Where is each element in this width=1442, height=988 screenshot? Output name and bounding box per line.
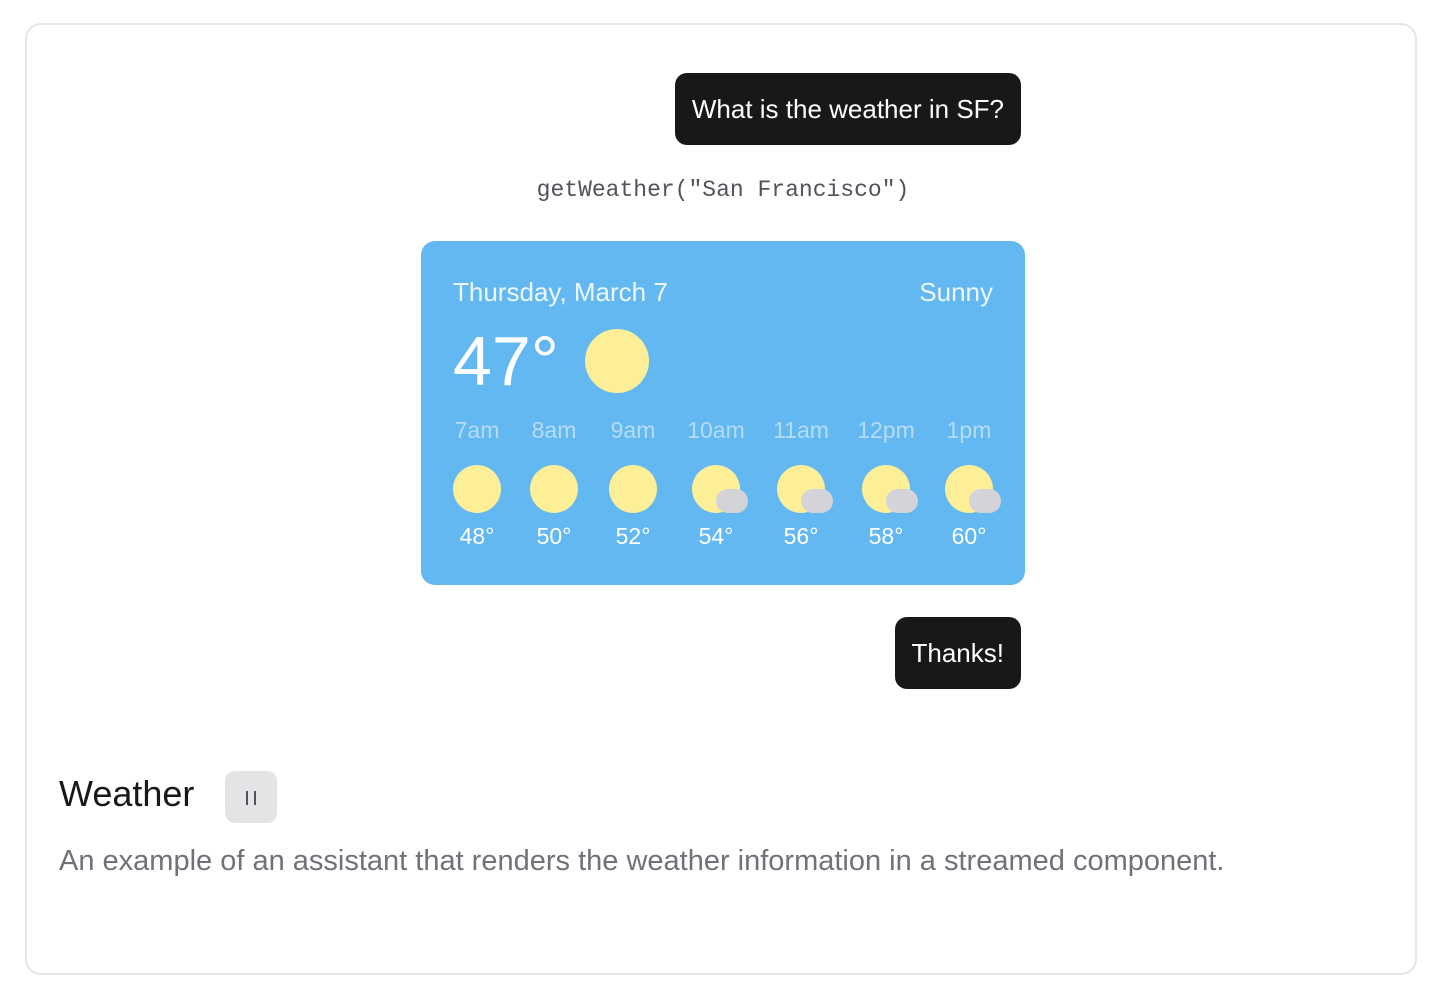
hour-label: 1pm bbox=[946, 417, 992, 443]
weather-date: Thursday, March 7 bbox=[453, 277, 668, 307]
hour-temperature: 58° bbox=[868, 523, 904, 549]
hour-label: 9am bbox=[610, 417, 656, 443]
sun-icon bbox=[609, 465, 657, 513]
pause-button[interactable] bbox=[225, 771, 277, 823]
hour-label: 7am bbox=[454, 417, 500, 443]
partly-cloudy-icon bbox=[945, 465, 1001, 513]
hourly-item: 1pm 60° bbox=[934, 417, 1004, 557]
hour-label: 11am bbox=[773, 417, 829, 443]
sun-icon bbox=[453, 465, 501, 513]
hour-label: 8am bbox=[531, 417, 577, 443]
hour-label: 12pm bbox=[857, 417, 915, 443]
hour-temperature: 60° bbox=[951, 523, 987, 549]
hourly-item: 12pm 58° bbox=[851, 417, 921, 557]
hourly-item: 9am 52° bbox=[598, 417, 668, 557]
hour-temperature: 52° bbox=[615, 523, 651, 549]
hour-temperature: 56° bbox=[783, 523, 819, 549]
hourly-item: 7am 48° bbox=[442, 417, 512, 557]
partly-cloudy-icon bbox=[862, 465, 918, 513]
hour-temperature: 48° bbox=[459, 523, 495, 549]
hourly-item: 11am 56° bbox=[766, 417, 836, 557]
hour-temperature: 50° bbox=[536, 523, 572, 549]
partly-cloudy-icon bbox=[692, 465, 748, 513]
example-title: Weather bbox=[59, 773, 195, 814]
example-description: An example of an assistant that renders … bbox=[59, 845, 1225, 877]
hourly-item: 10am 54° bbox=[681, 417, 751, 557]
demo-card: What is the weather in SF? getWeather("S… bbox=[25, 23, 1417, 975]
user-message-text: What is the weather in SF? bbox=[691, 94, 1004, 124]
weather-condition: Sunny bbox=[919, 277, 993, 307]
hour-label: 10am bbox=[687, 417, 745, 443]
current-temperature: 47° bbox=[453, 322, 559, 400]
tool-call-text: getWeather("San Francisco") bbox=[536, 177, 910, 203]
hourly-forecast: 7am 48° 8am 50° 9am 52° 10am 54° 11am 56… bbox=[453, 417, 1001, 557]
weather-card: Thursday, March 7 Sunny 47° 7am 48° 8am … bbox=[421, 241, 1025, 585]
partly-cloudy-icon bbox=[777, 465, 833, 513]
user-reply-text: Thanks! bbox=[911, 638, 1005, 668]
sun-icon bbox=[530, 465, 578, 513]
user-message-bubble: What is the weather in SF? bbox=[674, 73, 1021, 145]
hourly-item: 8am 50° bbox=[519, 417, 589, 557]
user-reply-bubble: Thanks! bbox=[894, 617, 1021, 689]
hour-temperature: 54° bbox=[698, 523, 734, 549]
sun-icon bbox=[585, 329, 649, 393]
